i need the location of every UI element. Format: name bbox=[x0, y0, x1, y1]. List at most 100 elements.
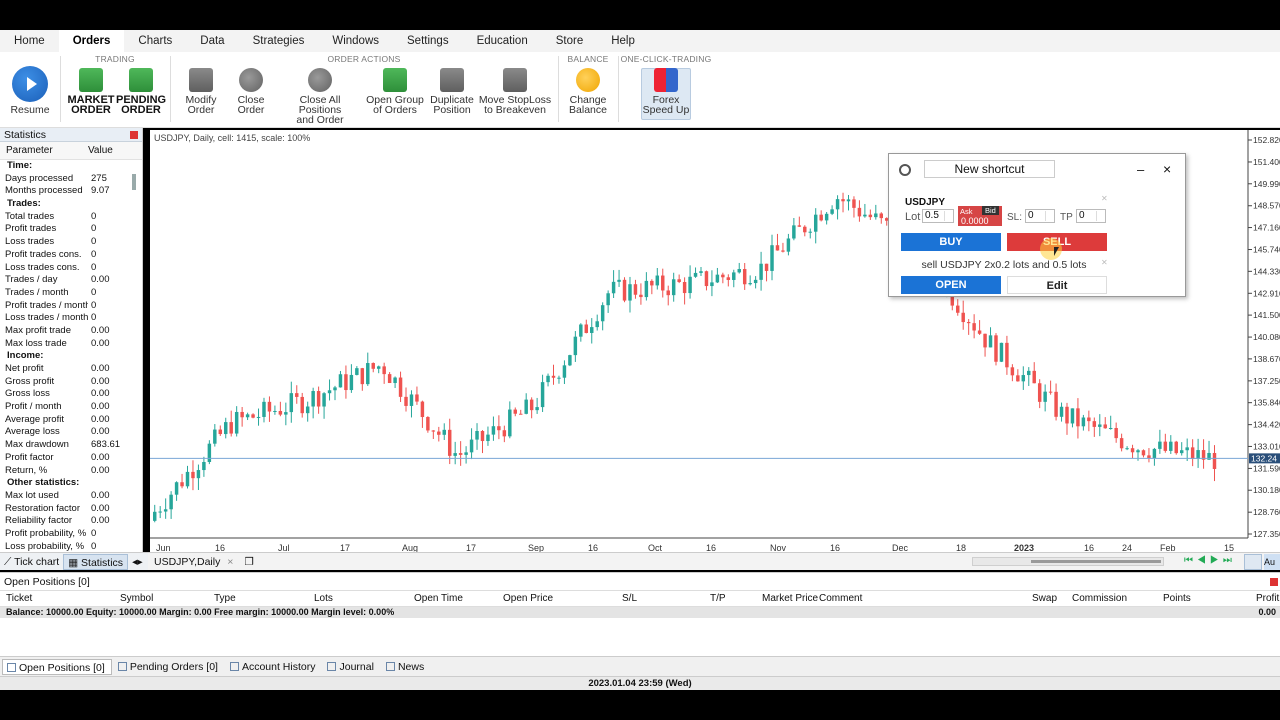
menu-store[interactable]: Store bbox=[542, 30, 598, 52]
resume-button[interactable]: Resume bbox=[8, 66, 52, 115]
change-balance-button[interactable]: Change Balance bbox=[564, 68, 612, 115]
statistic-value: 9.07 bbox=[91, 185, 110, 197]
price-tick-label: 138.670 bbox=[1253, 354, 1280, 364]
current-price-label: 132.24 bbox=[1251, 453, 1277, 463]
scroll-thumb[interactable] bbox=[1031, 560, 1161, 563]
candle-body bbox=[699, 271, 703, 273]
close-order-button[interactable]: Close Order bbox=[228, 68, 274, 115]
forex-speed-up-button[interactable]: Forex Speed Up bbox=[641, 68, 691, 115]
chart-tabs: USDJPY,Daily × ❐ ⏮◀▶⏭ Au bbox=[148, 552, 1280, 570]
column-swap[interactable]: Swap bbox=[1032, 591, 1057, 607]
statistic-value: 0 bbox=[91, 261, 97, 273]
close-all-positions-button[interactable]: Close All Positions and Order bbox=[278, 68, 362, 125]
menu-strategies[interactable]: Strategies bbox=[239, 30, 319, 52]
gear-icon[interactable] bbox=[899, 164, 911, 176]
sl-input[interactable]: 0 bbox=[1025, 209, 1055, 223]
market-order-button[interactable]: MARKET ORDER bbox=[66, 68, 116, 116]
column-ticket[interactable]: Ticket bbox=[6, 591, 32, 607]
lot-input[interactable]: 0.5 bbox=[922, 209, 954, 223]
tp-input[interactable]: 0 bbox=[1076, 209, 1106, 223]
window-icon[interactable]: ❐ bbox=[244, 556, 253, 568]
auto-button[interactable]: Au bbox=[1264, 554, 1280, 570]
tab-account-history[interactable]: Account History bbox=[226, 659, 322, 675]
candle-body bbox=[1185, 447, 1189, 451]
open-button[interactable]: OPEN bbox=[901, 276, 1001, 294]
column-t-p[interactable]: T/P bbox=[710, 591, 726, 607]
price-tick-label: 137.250 bbox=[1253, 376, 1280, 386]
chart-tab-usdjpy[interactable]: USDJPY,Daily × ❐ bbox=[154, 554, 254, 570]
chart-navigation-arrows[interactable]: ⏮◀▶⏭ bbox=[1184, 555, 1236, 566]
minimize-icon[interactable]: – bbox=[1137, 162, 1144, 177]
statistic-name: Trades / day bbox=[5, 274, 58, 286]
shortcut-name-field[interactable]: New shortcut bbox=[924, 160, 1055, 178]
candle-body bbox=[868, 214, 873, 218]
candle-body bbox=[180, 482, 184, 487]
close-icon[interactable]: × bbox=[1163, 161, 1171, 177]
statistics-row: Trades / day 0.00 bbox=[0, 274, 142, 287]
price-tick-label: 142.910 bbox=[1253, 288, 1280, 298]
tab-open-positions[interactable]: Open Positions [0] bbox=[2, 658, 112, 675]
candle-body bbox=[442, 429, 446, 435]
candle-body bbox=[704, 271, 709, 287]
statistics-row: Trades / month 0 bbox=[0, 287, 142, 300]
pending-order-button[interactable]: PENDING ORDER bbox=[116, 68, 166, 116]
candle-body bbox=[1125, 448, 1129, 450]
menu-data[interactable]: Data bbox=[186, 30, 238, 52]
edit-button[interactable]: Edit bbox=[1007, 276, 1107, 294]
candle-body bbox=[994, 335, 998, 362]
column-profit[interactable]: Profit bbox=[1256, 591, 1279, 607]
candle-body bbox=[426, 417, 430, 431]
chart-horizontal-scrollbar[interactable] bbox=[972, 557, 1164, 566]
statistic-name: Max loss trade bbox=[5, 337, 67, 349]
statistics-close-icon[interactable] bbox=[130, 131, 138, 139]
statistic-value: 0.00 bbox=[91, 274, 110, 286]
buy-button[interactable]: BUY bbox=[901, 233, 1001, 251]
candle-body bbox=[1081, 417, 1086, 427]
tab-pending-orders[interactable]: Pending Orders [0] bbox=[114, 659, 224, 675]
price-tick-label: 133.010 bbox=[1253, 441, 1280, 451]
menu-education[interactable]: Education bbox=[463, 30, 542, 52]
column-comment[interactable]: Comment bbox=[819, 591, 862, 607]
candle-body bbox=[469, 439, 474, 453]
candle-body bbox=[245, 414, 250, 418]
statistics-scrollbar[interactable] bbox=[132, 174, 136, 190]
modify-order-button[interactable]: Modify Order bbox=[178, 68, 224, 115]
column-commission[interactable]: Commission bbox=[1072, 591, 1127, 607]
statistic-name: Profit probability, % bbox=[5, 527, 87, 539]
column-open-time[interactable]: Open Time bbox=[414, 591, 463, 607]
tab-news[interactable]: News bbox=[382, 659, 430, 675]
column-lots[interactable]: Lots bbox=[314, 591, 333, 607]
menu-help[interactable]: Help bbox=[597, 30, 649, 52]
menu-windows[interactable]: Windows bbox=[318, 30, 393, 52]
chart-settings-icon[interactable] bbox=[1244, 554, 1262, 570]
duplicate-position-button[interactable]: Duplicate Position bbox=[428, 68, 476, 115]
close-icon[interactable]: × bbox=[227, 556, 233, 568]
menu-settings[interactable]: Settings bbox=[393, 30, 463, 52]
candle-body bbox=[437, 431, 441, 435]
remove-row-icon[interactable]: ✕ bbox=[1101, 194, 1108, 203]
statistic-value: 0.00 bbox=[91, 324, 110, 336]
statistic-value: 0.00 bbox=[91, 388, 110, 400]
menu-orders[interactable]: Orders bbox=[58, 30, 125, 52]
tab-statistics[interactable]: ▦ Statistics bbox=[63, 553, 129, 570]
column-symbol[interactable]: Symbol bbox=[120, 591, 153, 607]
column-market-price[interactable]: Market Price bbox=[762, 591, 818, 607]
candle-body bbox=[726, 277, 731, 280]
column-points[interactable]: Points bbox=[1163, 591, 1191, 607]
column-s-l[interactable]: S/L bbox=[622, 591, 637, 607]
move-stoploss-button[interactable]: Move StopLoss to Breakeven bbox=[478, 68, 552, 115]
candle-body bbox=[508, 409, 512, 437]
tab-journal[interactable]: Journal bbox=[323, 659, 379, 675]
statistic-name: Gross profit bbox=[5, 375, 55, 387]
tab-scroll-arrows[interactable]: ◂▸ bbox=[128, 554, 147, 570]
left-panel-tabs: ⟋ Tick chart ▦ Statistics ◂▸ bbox=[0, 552, 148, 570]
tab-tick-chart[interactable]: ⟋ Tick chart bbox=[0, 554, 63, 570]
open-positions-close-icon[interactable] bbox=[1270, 578, 1278, 586]
column-type[interactable]: Type bbox=[214, 591, 236, 607]
candle-body bbox=[333, 387, 337, 391]
column-open-price[interactable]: Open Price bbox=[503, 591, 553, 607]
menu-home[interactable]: Home bbox=[0, 30, 59, 52]
menu-charts[interactable]: Charts bbox=[124, 30, 186, 52]
open-group-button[interactable]: Open Group of Orders bbox=[366, 68, 424, 115]
candle-body bbox=[169, 494, 173, 510]
